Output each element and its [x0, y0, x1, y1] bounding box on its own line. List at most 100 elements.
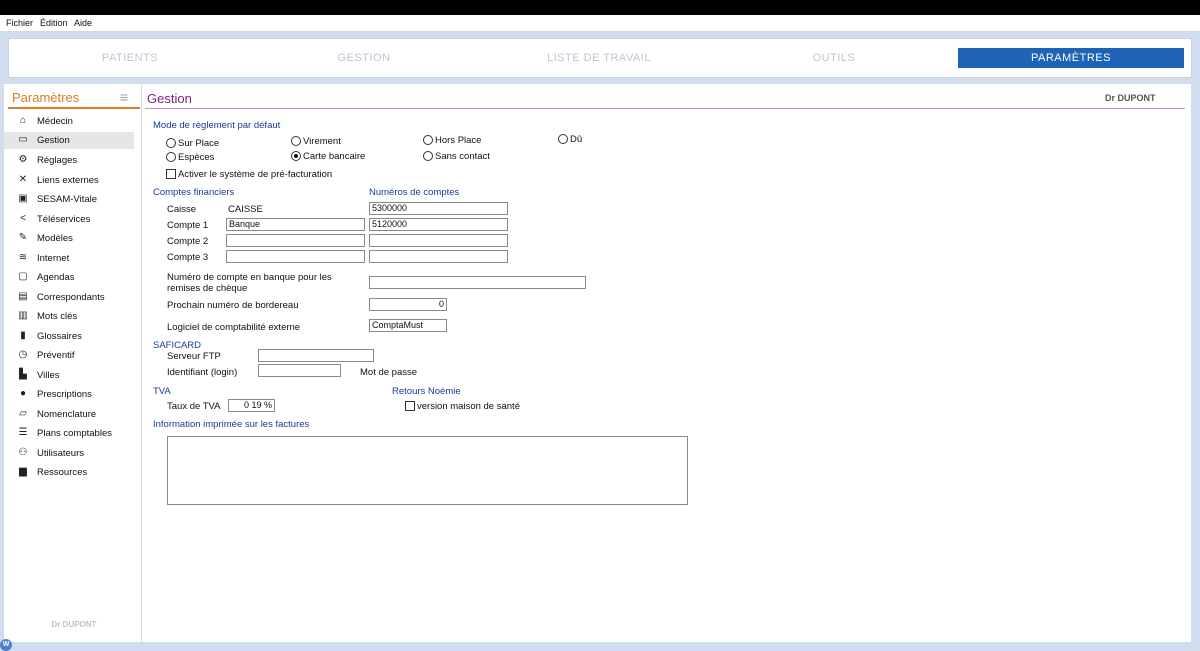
saficard-heading: SAFICARD — [153, 340, 202, 351]
sidebar-item-liens-externes[interactable]: ✕ Liens externes — [4, 172, 134, 189]
sidebar-item-sesam-vitale[interactable]: ▣ SESAM-Vitale — [4, 191, 134, 208]
chart-icon: ▥ — [18, 310, 28, 321]
menu-fichier[interactable]: Fichier — [6, 18, 33, 28]
tva-rate-label: Taux de TVA — [167, 401, 221, 412]
login-label: Identifiant (login) — [167, 367, 238, 378]
ftp-server-field[interactable] — [258, 349, 374, 362]
sidebar-item-modeles[interactable]: ✎ Modèles — [4, 230, 134, 247]
sidebar-item-label: Prescriptions — [37, 389, 92, 400]
radio-label-du: Dû — [570, 134, 583, 145]
radio-label-virement: Virement — [303, 136, 341, 147]
contact-icon: ▤ — [18, 291, 28, 302]
radio-sur-place[interactable] — [166, 138, 176, 148]
sidebar-item-label: Gestion — [37, 135, 70, 146]
page-title: Gestion — [147, 91, 192, 106]
compte2-name-field[interactable] — [226, 234, 365, 247]
home-icon: ⌂ — [19, 115, 27, 126]
tab-liste-de-travail[interactable]: LISTE DE TRAVAIL — [519, 48, 679, 68]
list-icon: ☰ — [18, 427, 28, 438]
compte2-number-field[interactable] — [369, 234, 508, 247]
sidebar-item-label: Correspondants — [37, 292, 105, 303]
radio-carte-bancaire[interactable] — [291, 151, 301, 161]
gears-icon: ⚙ — [18, 154, 28, 165]
sidebar-item-label: Téléservices — [37, 214, 91, 225]
software-label: Logiciel de comptabilité externe — [167, 322, 301, 333]
compte1-name-field[interactable]: Banque — [226, 218, 365, 231]
compte2-label: Compte 2 — [167, 236, 209, 247]
pills-icon: ● — [19, 388, 27, 399]
radio-label-sans-contact: Sans contact — [435, 151, 490, 162]
tva-heading: TVA — [153, 386, 171, 397]
tab-patients[interactable]: PATIENTS — [50, 48, 210, 68]
menu-bar: Fichier Édition Aide — [0, 15, 1200, 32]
sidebar-item-plans-comptables[interactable]: ☰ Plans comptables — [4, 425, 134, 442]
menu-aide[interactable]: Aide — [74, 18, 92, 28]
prefacturation-checkbox[interactable] — [166, 169, 176, 179]
sidebar-title: Paramètres — [12, 90, 80, 105]
sidebar-item-prescriptions[interactable]: ● Prescriptions — [4, 386, 134, 403]
sidebar-item-internet[interactable]: ≋ Internet — [4, 250, 134, 267]
compte1-label: Compte 1 — [167, 220, 209, 231]
tab-parametres[interactable]: PARAMÈTRES — [958, 48, 1184, 68]
sidebar-item-medecin[interactable]: ⌂ Médecin — [4, 113, 134, 130]
taskbar-app-icon[interactable]: W — [0, 639, 12, 651]
invoice-info-textarea[interactable] — [167, 436, 688, 505]
sidebar-item-reglages[interactable]: ⚙ Réglages — [4, 152, 134, 169]
cheque-account-field[interactable] — [369, 276, 586, 289]
compte3-name-field[interactable] — [226, 250, 365, 263]
sidebar-item-preventif[interactable]: ◷ Préventif — [4, 347, 134, 364]
sidebar: Paramètres ≡ ⌂ Médecin ▭ Gestion ⚙ Réglages… — [4, 84, 141, 642]
settings-panel: Gestion Dr DUPONT Mode de règlement par … — [141, 84, 1191, 642]
hamburger-icon[interactable]: ≡ — [120, 89, 128, 105]
cheque-account-label: Numéro de compte en banque pour les remi… — [167, 272, 332, 294]
sidebar-item-label: Modèles — [37, 233, 73, 244]
radio-sans-contact[interactable] — [423, 151, 433, 161]
radio-du[interactable] — [558, 134, 568, 144]
sidebar-item-gestion[interactable]: ▭ Gestion — [4, 132, 134, 149]
compte3-label: Compte 3 — [167, 252, 209, 263]
login-field[interactable] — [258, 364, 341, 377]
radio-hors-place[interactable] — [423, 135, 433, 145]
radio-virement[interactable] — [291, 136, 301, 146]
tab-outils[interactable]: OUTILS — [754, 48, 914, 68]
clock-icon: ◷ — [18, 349, 28, 360]
sidebar-item-label: Réglages — [37, 155, 78, 166]
sidebar-footer-user: Dr DUPONT — [51, 620, 97, 629]
sidebar-item-label: Nomenclature — [37, 409, 97, 420]
sidebar-item-teleservices[interactable]: < Téléservices — [4, 211, 134, 228]
sidebar-item-label: Agendas — [37, 272, 75, 283]
compte1-number-field[interactable]: 5120000 — [369, 218, 508, 231]
sidebar-item-glossaires[interactable]: ▮ Glossaires — [4, 328, 134, 345]
share-icon: < — [20, 213, 26, 224]
sidebar-item-nomenclature[interactable]: ▱ Nomenclature — [4, 406, 134, 423]
window-titlebar — [0, 0, 1200, 15]
sidebar-item-correspondants[interactable]: ▤ Correspondants — [4, 289, 134, 306]
doctor-name: Dr DUPONT — [1105, 93, 1156, 103]
calendar-icon: ▢ — [18, 271, 28, 282]
buildings-icon: ▙ — [19, 369, 27, 380]
sidebar-item-utilisateurs[interactable]: ⚇ Utilisateurs — [4, 445, 134, 462]
bordereau-field[interactable]: 0 — [369, 298, 447, 311]
sidebar-item-label: Internet — [37, 253, 70, 264]
accounting-software-field[interactable]: ComptaMust — [369, 319, 447, 332]
sidebar-item-agendas[interactable]: ▢ Agendas — [4, 269, 134, 286]
tva-rate-field[interactable]: 0 19 % — [228, 399, 275, 412]
ftp-label: Serveur FTP — [167, 351, 221, 362]
caisse-number-field[interactable]: 5300000 — [369, 202, 508, 215]
radio-label-hors-place: Hors Place — [435, 135, 482, 146]
tab-gestion[interactable]: GESTION — [284, 48, 444, 68]
sidebar-item-label: Utilisateurs — [37, 448, 84, 459]
sidebar-item-mots-cles[interactable]: ▥ Mots clés — [4, 308, 134, 325]
radio-especes[interactable] — [166, 152, 176, 162]
radio-label-carte-bancaire: Carte bancaire — [303, 151, 366, 162]
sidebar-item-villes[interactable]: ▙ Villes — [4, 367, 134, 384]
sidebar-item-label: Préventif — [37, 350, 75, 361]
sidebar-item-label: SESAM-Vitale — [37, 194, 98, 205]
compte3-number-field[interactable] — [369, 250, 508, 263]
prefacturation-label: Activer le système de pré-facturation — [178, 169, 333, 180]
menu-edition[interactable]: Édition — [40, 18, 68, 28]
invoice-info-heading: Information imprimée sur les factures — [153, 419, 310, 430]
maison-de-sante-checkbox[interactable] — [405, 401, 415, 411]
edit-icon: ✎ — [18, 232, 28, 243]
sidebar-item-ressources[interactable]: ▆ Ressources — [4, 464, 134, 481]
